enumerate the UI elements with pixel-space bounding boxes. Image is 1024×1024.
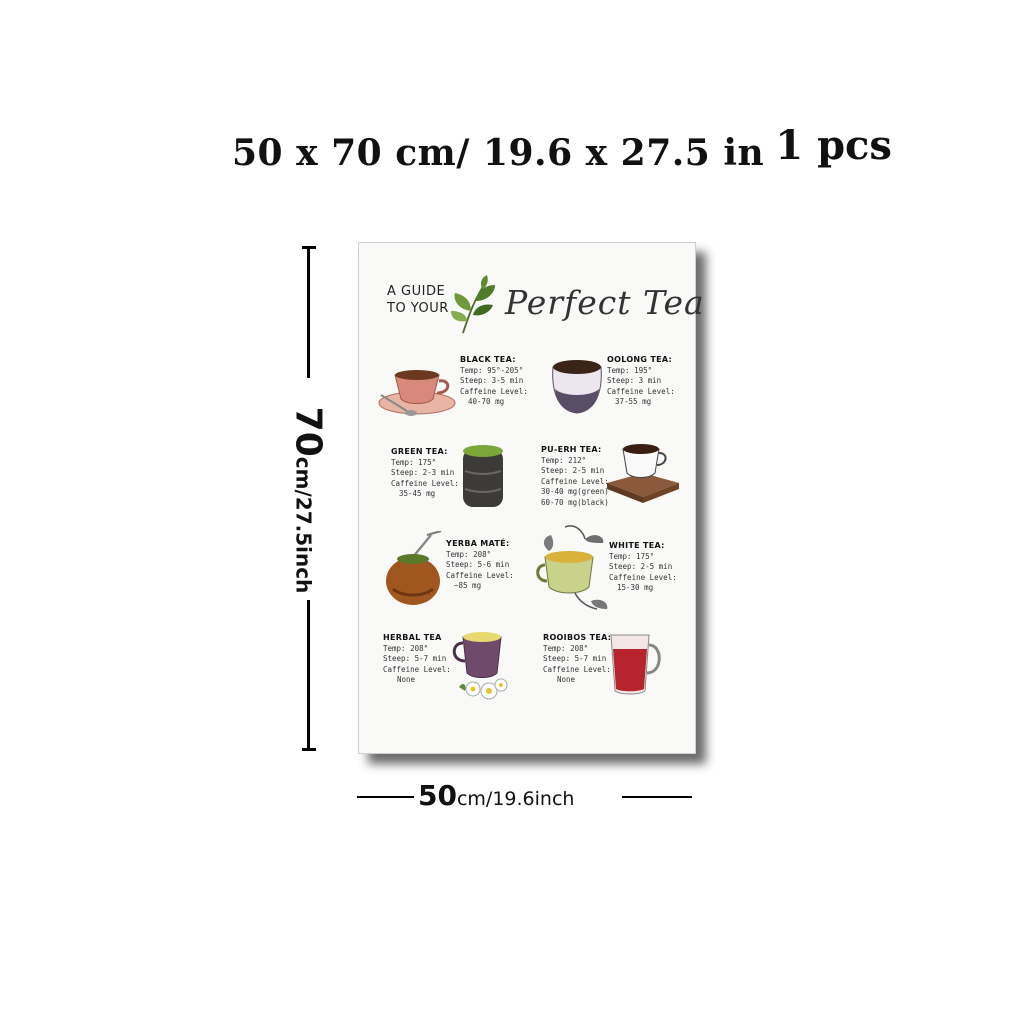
green-tea-caffeine: 35-45 mg: [399, 489, 436, 498]
green-tea-steep: Steep: 2-3 min: [391, 468, 455, 477]
pu-erh-tea-caffeine-label: Caffeine Level:: [541, 476, 609, 486]
quantity-text: 1 pcs: [775, 122, 892, 169]
pu-erh-tea-cup-icon: [607, 444, 679, 503]
white-tea-steep: Steep: 2-5 min: [609, 562, 673, 571]
green-tea-name: GREEN TEA:: [391, 447, 448, 456]
rooibos-tea-steep: Steep: 5-7 min: [543, 654, 607, 663]
herbal-tea-info: HERBAL TEA Temp: 208° Steep: 5-7 min Caf…: [383, 633, 451, 686]
yerba-mate-caffeine-label: Caffeine Level:: [446, 570, 514, 580]
herbal-tea-cup-icon: [452, 632, 508, 700]
white-tea-cup-icon: [536, 525, 608, 610]
oolong-tea-info: OOLONG TEA: Temp: 195° Steep: 3 min Caff…: [607, 355, 675, 408]
black-tea-caffeine-label: Caffeine Level:: [460, 386, 528, 396]
yerba-mate-name: YERBA MATÉ:: [446, 539, 510, 548]
width-marker-line-left: [357, 796, 414, 798]
white-tea-temp: Temp: 175°: [609, 551, 655, 561]
rooibos-tea-caffeine-label: Caffeine Level:: [543, 664, 611, 674]
black-tea-name: BLACK TEA:: [460, 355, 516, 364]
pu-erh-tea-caffeine-black: 60-70 mg(black): [541, 497, 609, 507]
poster-title-script: Perfect Tea: [505, 283, 705, 322]
green-tea-caffeine-label: Caffeine Level:: [391, 478, 459, 488]
oolong-tea-name: OOLONG TEA:: [607, 355, 673, 364]
oolong-tea-cup-icon: [552, 360, 602, 414]
herbal-tea-caffeine-label: Caffeine Level:: [383, 664, 451, 674]
yerba-mate-temp: Temp: 208°: [446, 549, 492, 559]
yerba-mate-steep: Steep: 5-6 min: [446, 560, 510, 569]
poster-title-line2: TO YOUR: [387, 301, 449, 316]
rooibos-tea-name: ROOIBOS TEA:: [543, 633, 612, 642]
oolong-tea-caffeine-label: Caffeine Level:: [607, 386, 675, 396]
height-unit: cm/27.5inch: [291, 456, 316, 594]
herbal-tea-steep: Steep: 5-7 min: [383, 654, 447, 663]
black-tea-info: BLACK TEA: Temp: 95°-205° Steep: 3-5 min…: [460, 355, 528, 408]
pu-erh-tea-info: PU-ERH TEA: Temp: 212° Steep: 2-5 min Ca…: [541, 445, 609, 508]
yerba-mate-info: YERBA MATÉ: Temp: 208° Steep: 5-6 min Ca…: [446, 539, 514, 592]
oolong-tea-temp: Temp: 195°: [607, 365, 653, 375]
width-dimension-label: 50cm/19.6inch: [418, 779, 574, 812]
rooibos-tea-caffeine: None: [557, 675, 576, 684]
tea-guide-poster: A GUIDE TO YOUR Perfect Tea BLACK TEA: T…: [358, 242, 704, 754]
width-value: 50: [418, 779, 457, 812]
rooibos-tea-temp: Temp: 208°: [543, 643, 589, 653]
black-tea-cup-icon: [378, 370, 456, 416]
pu-erh-tea-steep: Steep: 2-5 min: [541, 466, 605, 475]
poster-title-block: A GUIDE TO YOUR: [387, 283, 449, 317]
pu-erh-tea-name: PU-ERH TEA:: [541, 445, 602, 454]
black-tea-temp: Temp: 95°-205°: [460, 365, 524, 375]
size-headline: 50 x 70 cm/ 19.6 x 27.5 in 1 pcs: [232, 122, 892, 188]
height-dimension-label: 70cm/27.5inch: [288, 407, 329, 594]
herbal-tea-name: HERBAL TEA: [383, 633, 442, 642]
height-marker-bottom-cap: [302, 748, 316, 751]
green-tea-cup-icon: [463, 445, 503, 507]
rooibos-tea-glass-icon: [610, 634, 661, 695]
herbal-tea-temp: Temp: 208°: [383, 643, 429, 653]
height-marker-line-bottom: [307, 600, 310, 750]
white-tea-caffeine: 15-30 mg: [617, 583, 654, 592]
oolong-tea-steep: Steep: 3 min: [607, 376, 662, 385]
black-tea-steep: Steep: 3-5 min: [460, 376, 524, 385]
poster-title-line1: A GUIDE: [387, 284, 446, 299]
rooibos-tea-info: ROOIBOS TEA: Temp: 208° Steep: 5-7 min C…: [543, 633, 611, 686]
pu-erh-tea-temp: Temp: 212°: [541, 455, 587, 465]
white-tea-info: WHITE TEA: Temp: 175° Steep: 2-5 min Caf…: [609, 541, 677, 594]
green-tea-info: GREEN TEA: Temp: 175° Steep: 2-3 min Caf…: [391, 447, 459, 500]
yerba-mate-gourd-icon: [386, 531, 442, 605]
width-marker-line-right: [622, 796, 692, 798]
herbal-tea-caffeine: None: [397, 675, 416, 684]
oolong-tea-caffeine: 37-55 mg: [615, 397, 652, 406]
height-value: 70: [287, 406, 329, 457]
green-tea-temp: Temp: 175°: [391, 457, 437, 467]
tea-leaf-sprig-icon: [451, 275, 495, 334]
black-tea-caffeine: 40-70 mg: [468, 397, 505, 406]
white-tea-caffeine-label: Caffeine Level:: [609, 572, 677, 582]
yerba-mate-caffeine: ~85 mg: [454, 581, 482, 590]
pu-erh-tea-caffeine: 30-40 mg(green): [541, 487, 609, 496]
height-marker-line-top: [307, 246, 310, 378]
width-unit: cm/19.6inch: [456, 788, 575, 810]
size-text: 50 x 70 cm/ 19.6 x 27.5 in: [232, 132, 765, 174]
white-tea-name: WHITE TEA:: [609, 541, 665, 550]
